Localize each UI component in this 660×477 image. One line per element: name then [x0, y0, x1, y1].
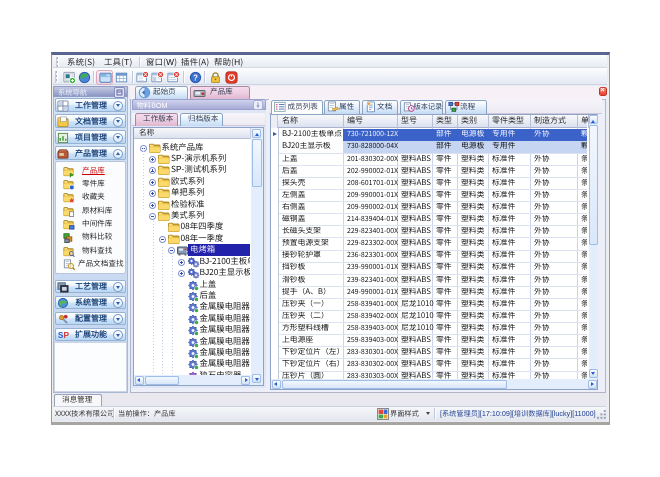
svg-text:P: P	[63, 331, 69, 340]
svg-text:?: ?	[193, 74, 198, 83]
